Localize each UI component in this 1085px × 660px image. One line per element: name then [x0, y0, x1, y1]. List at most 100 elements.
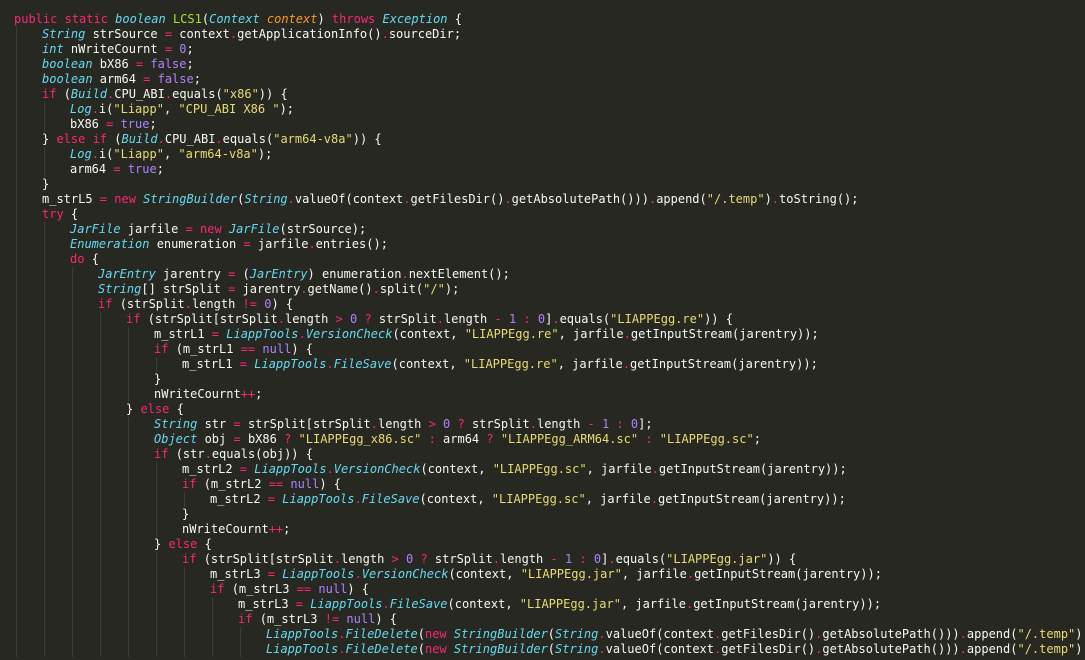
code-line-text: try {	[42, 207, 78, 222]
code-line: String[] strSplit = jarentry.getName().s…	[0, 282, 1085, 297]
code-token: nWriteCournt	[182, 522, 269, 536]
code-token: FileDelete	[345, 627, 418, 641]
code-token: .	[164, 87, 173, 101]
code-line-text: if (m_strL1 == null) {	[154, 342, 313, 357]
indent-guide	[16, 177, 17, 192]
code-line: } else {	[0, 402, 1085, 417]
code-token: ++	[240, 387, 256, 401]
indent-guide	[44, 447, 45, 462]
code-line: m_strL1 = LiappTools.VersionCheck(contex…	[0, 327, 1085, 342]
code-line: do {	[0, 252, 1085, 267]
code-token: else	[168, 537, 205, 551]
code-token: JarEntry	[249, 267, 308, 281]
code-token: }	[154, 537, 169, 551]
indent-guide	[128, 612, 129, 627]
indent-guide	[100, 597, 101, 612]
code-token: LCS1	[172, 12, 202, 26]
indent-guide	[16, 57, 17, 72]
code-token: 0	[179, 42, 187, 56]
code-token: .	[370, 417, 378, 431]
code-token: getFilesDir()	[410, 192, 505, 206]
code-line-text: if (strSplit[strSplit.length > 0 ? strSp…	[126, 312, 733, 327]
code-token: (	[547, 627, 556, 641]
code-line: } else if (Build.CPU_ABI.equals("arm64-v…	[0, 132, 1085, 147]
code-token: if	[238, 612, 260, 626]
code-token: .	[436, 312, 444, 326]
code-token: "LIAPPEgg.jar"	[519, 597, 621, 611]
code-token: {	[91, 252, 99, 266]
code-token: :	[616, 417, 631, 431]
code-token: ?	[486, 432, 501, 446]
code-token: .	[308, 237, 316, 251]
code-token: m_strL2	[210, 492, 268, 506]
indent-guide	[16, 312, 17, 327]
code-token: String	[42, 27, 93, 41]
indent-guide	[156, 642, 157, 657]
code-token: LiappTools	[310, 597, 383, 611]
indent-guide	[72, 342, 73, 357]
code-token: VersionCheck	[361, 567, 449, 581]
code-token: .	[354, 567, 362, 581]
code-line: } else {	[0, 537, 1085, 552]
code-line-text: m_strL3 = LiappTools.VersionCheck(contex…	[210, 567, 882, 582]
code-token: -	[587, 417, 602, 431]
code-line-text: JarEntry jarentry = (JarEntry) enumerati…	[98, 267, 510, 282]
code-token: m_strL3	[210, 567, 268, 581]
code-token: int	[42, 42, 71, 56]
indent-guide	[156, 357, 157, 372]
indent-guide	[156, 492, 157, 507]
code-token: valueOf(context	[605, 642, 714, 656]
indent-guide	[44, 582, 45, 597]
indent-guide	[16, 222, 17, 237]
code-token: ?	[364, 312, 379, 326]
indent-guide	[16, 492, 17, 507]
code-token: nWriteCournt	[70, 42, 165, 56]
code-token: {	[447, 12, 462, 26]
indent-guide	[100, 507, 101, 522]
indent-guide	[72, 567, 73, 582]
code-token: }	[42, 177, 50, 191]
code-token: else if	[56, 132, 115, 146]
indent-guide	[100, 492, 101, 507]
code-token: =	[267, 567, 283, 581]
indent-guide	[100, 537, 101, 552]
code-token: FileSave	[361, 492, 420, 506]
code-token: i(	[98, 147, 114, 161]
indent-guide	[156, 477, 157, 492]
indent-guide	[156, 462, 157, 477]
indent-guide	[16, 132, 17, 147]
indent-guide	[156, 507, 157, 522]
code-token: new	[424, 642, 454, 656]
code-token: equals(	[172, 87, 223, 101]
code-line: m_strL3 = LiappTools.VersionCheck(contex…	[0, 567, 1085, 582]
code-token: append(	[966, 627, 1018, 641]
code-token: m_strL1	[182, 357, 240, 371]
indent-guide	[100, 312, 101, 327]
code-token: "LIAPPEgg.re"	[610, 312, 705, 326]
code-token: equals(	[559, 312, 611, 326]
indent-guide	[16, 567, 17, 582]
code-line-text: } else {	[154, 537, 212, 552]
code-token: boolean	[115, 12, 173, 26]
code-token: =	[233, 417, 248, 431]
code-token: getAbsolutePath()))	[822, 642, 960, 656]
code-line-text: if (m_strL3 == null) {	[210, 582, 369, 597]
indent-guide	[128, 567, 129, 582]
code-line-text: m_strL1 = LiappTools.VersionCheck(contex…	[154, 327, 819, 342]
code-editor[interactable]: public static boolean LCS1(Context conte…	[0, 0, 1085, 660]
code-token: =	[135, 57, 151, 71]
code-token: ?	[420, 552, 435, 566]
code-token: FileSave	[333, 357, 392, 371]
code-token: "Liapp"	[113, 147, 164, 161]
code-token: .	[277, 312, 285, 326]
code-token: :	[579, 552, 594, 566]
indent-guide	[184, 627, 185, 642]
code-token: ) {	[291, 342, 313, 356]
code-token: bX86	[70, 117, 107, 131]
indent-guide	[72, 612, 73, 627]
code-token: -	[494, 312, 509, 326]
code-token: .	[326, 357, 334, 371]
code-token: VersionCheck	[305, 327, 393, 341]
code-lines: public static boolean LCS1(Context conte…	[0, 12, 1085, 657]
code-token: "LIAPPEgg_x86.sc"	[298, 432, 429, 446]
